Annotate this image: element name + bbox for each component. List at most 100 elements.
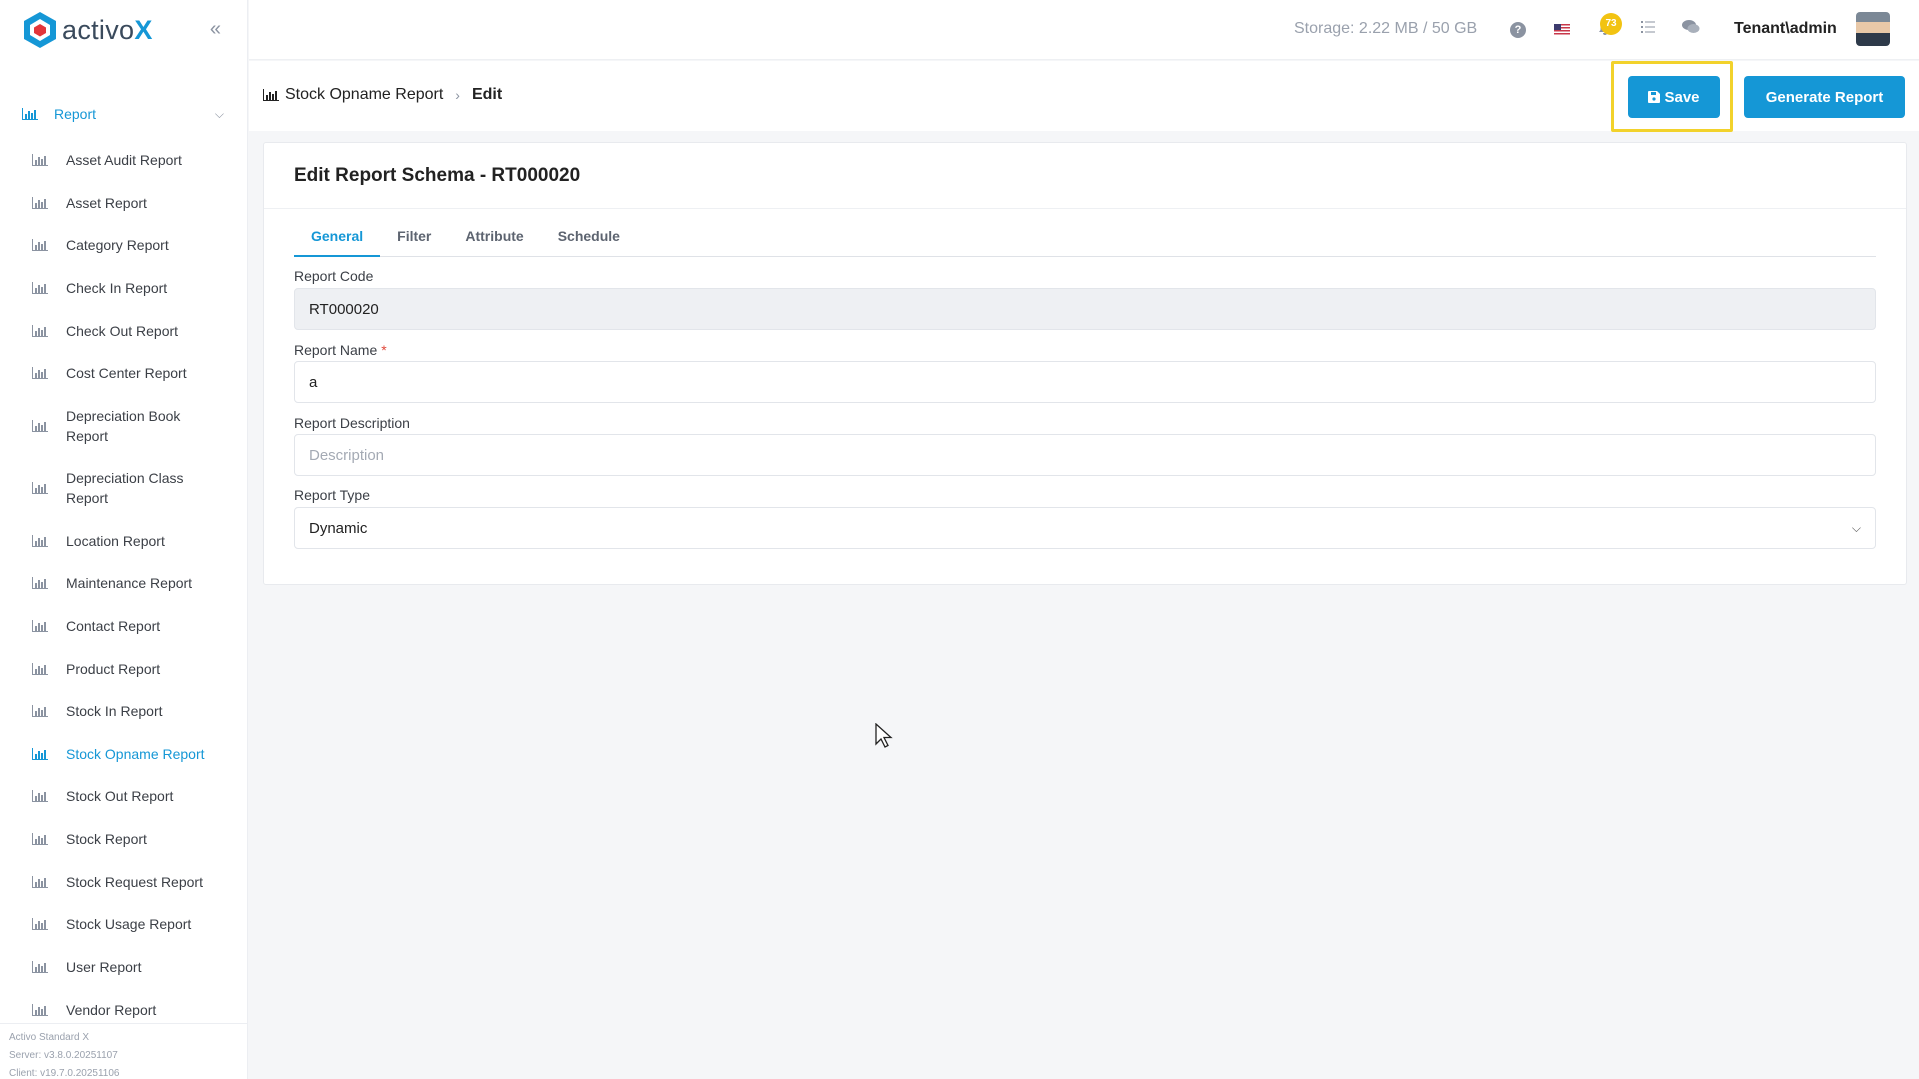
avatar[interactable] xyxy=(1856,12,1890,46)
bar-chart-icon xyxy=(32,239,48,251)
logo[interactable]: activoX « xyxy=(0,0,247,60)
sidebar-item[interactable]: Asset Report xyxy=(0,193,248,213)
breadcrumb: Stock Opname Report › Edit xyxy=(263,86,502,104)
sidebar: activoX « Report ⌵ Asset Audit Report Ass… xyxy=(0,0,248,1079)
sidebar-item[interactable]: Vendor Report xyxy=(0,1000,248,1020)
bar-chart-icon xyxy=(32,535,48,547)
tab-filter[interactable]: Filter xyxy=(380,221,448,257)
version-info: Activo Standard X Server: v3.8.0.2025110… xyxy=(0,1023,248,1079)
report-name-field[interactable]: a xyxy=(294,361,1876,403)
save-button[interactable]: Save xyxy=(1628,76,1720,118)
sidebar-section-label: Report xyxy=(54,106,97,122)
sidebar-item[interactable]: Category Report xyxy=(0,235,248,255)
required-marker: * xyxy=(381,342,387,358)
sidebar-item[interactable]: Maintenance Report xyxy=(0,573,248,593)
sidebar-item[interactable]: Product Report xyxy=(0,659,248,679)
client-version: Client: v19.7.0.20251106 xyxy=(9,1068,120,1079)
sidebar-item[interactable]: Depreciation Book Report xyxy=(0,406,248,446)
sidebar-item-label: Stock Report xyxy=(66,831,147,847)
sidebar-item[interactable]: Stock Report xyxy=(0,829,248,849)
bar-chart-icon xyxy=(22,108,38,120)
bar-chart-icon xyxy=(32,961,48,973)
sidebar-item[interactable]: Location Report xyxy=(0,531,248,551)
tab-general[interactable]: General xyxy=(294,221,381,257)
bar-chart-icon xyxy=(32,833,48,845)
sidebar-item-label: User Report xyxy=(66,959,142,975)
sidebar-item[interactable]: User Report xyxy=(0,957,248,977)
activo-logo-icon xyxy=(24,12,56,48)
product-edition: Activo Standard X xyxy=(9,1032,90,1043)
bar-chart-icon xyxy=(32,197,48,209)
floppy-disk-icon xyxy=(1648,91,1661,103)
sidebar-item[interactable]: Check Out Report xyxy=(0,321,248,341)
sidebar-item-label: Product Report xyxy=(66,661,161,677)
sidebar-item[interactable]: Stock Usage Report xyxy=(0,914,248,934)
sidebar-item[interactable]: Cost Center Report xyxy=(0,363,248,383)
bar-chart-icon xyxy=(32,876,48,888)
breadcrumb-parent[interactable]: Stock Opname Report xyxy=(285,86,443,104)
help-icon[interactable]: ? xyxy=(1510,22,1526,38)
bar-chart-icon xyxy=(32,282,48,294)
us-flag-icon[interactable] xyxy=(1554,24,1570,35)
bar-chart-icon xyxy=(32,790,48,802)
top-header: Storage: 2.22 MB / 50 GB ? 73 Tenant\adm… xyxy=(249,0,1919,60)
bar-chart-icon xyxy=(32,620,48,632)
bar-chart-icon xyxy=(32,748,48,760)
sidebar-item[interactable]: Stock Opname Report xyxy=(0,744,248,764)
sidebar-item[interactable]: Stock Request Report xyxy=(0,872,248,892)
report-type-select[interactable]: Dynamic ⌵ xyxy=(294,507,1876,549)
sidebar-item[interactable]: Stock In Report xyxy=(0,701,248,721)
report-type-label: Report Type xyxy=(294,487,371,503)
generate-report-button[interactable]: Generate Report xyxy=(1744,76,1905,118)
mouse-cursor-icon xyxy=(875,723,893,748)
sidebar-item-label: Maintenance Report xyxy=(66,575,193,591)
save-button-label: Save xyxy=(1664,88,1700,106)
bar-chart-icon xyxy=(32,705,48,717)
brand-name: activoX xyxy=(62,14,153,45)
sidebar-item-label: Check Out Report xyxy=(66,323,179,339)
sidebar-section-report[interactable]: Report ⌵ xyxy=(0,100,248,128)
bar-chart-icon xyxy=(32,420,48,432)
report-description-field[interactable]: Description xyxy=(294,434,1876,476)
sidebar-item-label: Asset Report xyxy=(66,195,147,211)
sidebar-item-label: Vendor Report xyxy=(66,1002,157,1018)
bar-chart-icon xyxy=(32,367,48,379)
sidebar-item[interactable]: Asset Audit Report xyxy=(0,150,248,170)
server-version: Server: v3.8.0.20251107 xyxy=(9,1050,118,1061)
sidebar-item[interactable]: Check In Report xyxy=(0,278,248,298)
sidebar-item[interactable]: Depreciation Class Report xyxy=(0,468,248,508)
page-toolbar: Stock Opname Report › Edit Save Generate… xyxy=(249,61,1919,132)
sidebar-item-label: Location Report xyxy=(66,533,165,549)
sidebar-item-label: Contact Report xyxy=(66,618,161,634)
sidebar-item-label: Stock Out Report xyxy=(66,788,174,804)
sidebar-item-label: Stock Usage Report xyxy=(66,916,192,932)
chevron-down-icon: ⌵ xyxy=(1851,521,1861,535)
collapse-sidebar-icon[interactable]: « xyxy=(210,18,221,41)
report-name-label: Report Name * xyxy=(294,342,387,358)
sidebar-item[interactable]: Contact Report xyxy=(0,616,248,636)
sidebar-item[interactable]: Stock Out Report xyxy=(0,786,248,806)
chevron-down-icon: ⌵ xyxy=(214,106,224,121)
sidebar-item-label: Check In Report xyxy=(66,280,168,296)
tab-bar: General Filter Attribute Schedule xyxy=(294,221,1876,257)
bar-chart-icon xyxy=(32,325,48,337)
report-type-value: Dynamic xyxy=(309,519,368,537)
chat-icon[interactable] xyxy=(1682,19,1700,35)
report-description-label: Report Description xyxy=(294,415,410,431)
bar-chart-icon xyxy=(32,918,48,930)
report-code-label: Report Code xyxy=(294,268,374,284)
sidebar-item-label: Category Report xyxy=(66,237,169,253)
sidebar-item-label: Stock Opname Report xyxy=(66,746,205,762)
chevron-right-icon: › xyxy=(455,87,460,103)
report-code-field: RT000020 xyxy=(294,288,1876,330)
tab-attribute[interactable]: Attribute xyxy=(448,221,540,257)
sidebar-item-label: Depreciation Class Report xyxy=(66,470,184,506)
notification-badge: 73 xyxy=(1600,13,1622,35)
sidebar-item-label: Asset Audit Report xyxy=(66,152,182,168)
generate-report-label: Generate Report xyxy=(1765,88,1884,106)
tab-schedule[interactable]: Schedule xyxy=(541,221,637,257)
breadcrumb-current: Edit xyxy=(471,86,503,103)
task-list-icon[interactable] xyxy=(1641,20,1655,34)
bar-chart-icon xyxy=(32,154,48,166)
user-name[interactable]: Tenant\admin xyxy=(1734,20,1837,38)
